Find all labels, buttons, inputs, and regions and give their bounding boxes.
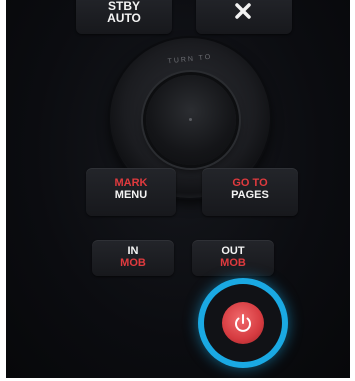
in-label: IN <box>127 245 139 257</box>
out-label: OUT <box>221 245 245 257</box>
goto-pages-button[interactable]: GO TO PAGES <box>202 168 298 216</box>
close-button[interactable] <box>196 0 292 34</box>
mark-menu-button[interactable]: MARK MENU <box>86 168 176 216</box>
power-icon <box>235 314 251 332</box>
close-icon <box>235 3 251 19</box>
standby-auto-button[interactable]: STBY AUTO <box>76 0 172 34</box>
knob-center-dot <box>189 118 192 121</box>
controller-panel: STBY AUTO TURN TO MARK MENU GO TO PAGES … <box>6 0 350 378</box>
power-button[interactable] <box>222 302 264 344</box>
goto-label: GO TO <box>232 177 268 189</box>
menu-label: MENU <box>114 189 148 201</box>
out-mob-label: MOB <box>220 257 246 269</box>
mark-label: MARK <box>114 177 148 189</box>
power-ring <box>204 284 282 362</box>
auto-label: AUTO <box>107 11 141 25</box>
out-mob-button[interactable]: OUT MOB <box>192 240 274 276</box>
in-mob-button[interactable]: IN MOB <box>92 240 174 276</box>
pages-label: PAGES <box>231 189 269 201</box>
in-mob-label: MOB <box>120 257 146 269</box>
